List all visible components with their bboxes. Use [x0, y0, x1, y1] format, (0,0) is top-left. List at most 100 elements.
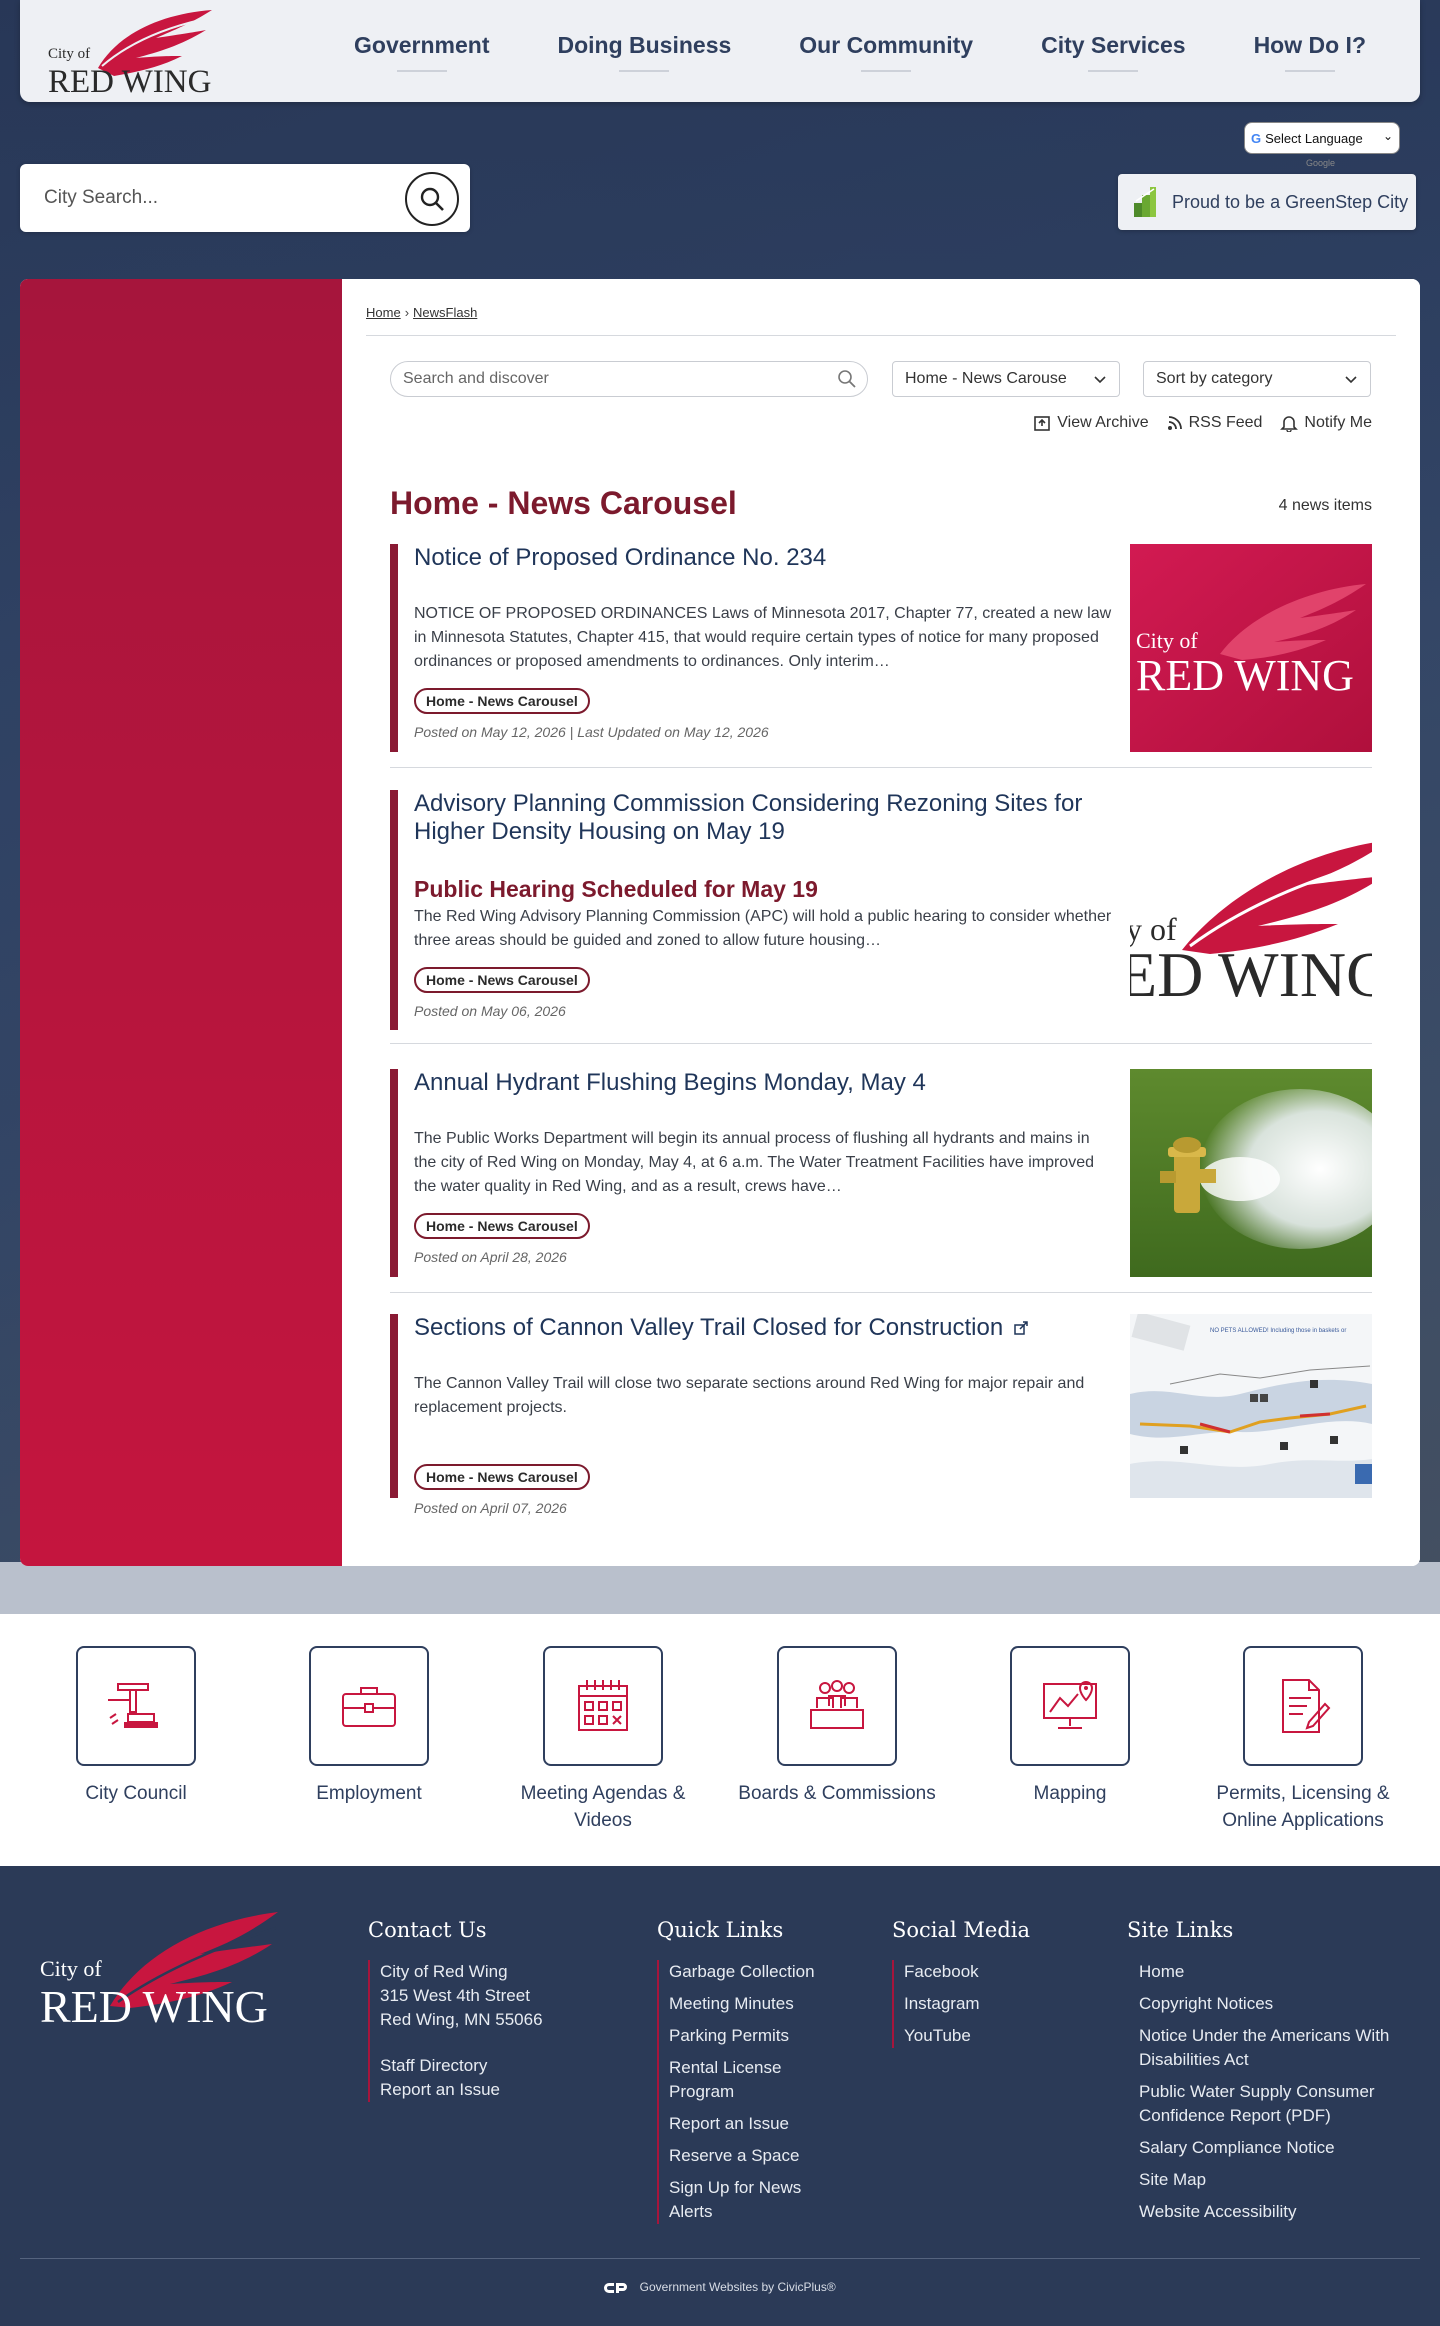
quick-link-label: Mapping: [1033, 1783, 1107, 1804]
city-search-button[interactable]: [405, 172, 459, 226]
main-nav: Government Doing Business Our Community …: [320, 0, 1400, 102]
nav-government[interactable]: Government: [320, 0, 523, 96]
news-item: Annual Hydrant Flushing Begins Monday, M…: [390, 1069, 1372, 1305]
civicplus-credit[interactable]: Government Websites by CivicPlus®: [0, 2280, 1440, 2295]
search-icon[interactable]: [837, 369, 857, 389]
quick-link-permits[interactable]: Permits, Licensing & Online Applications: [1193, 1646, 1413, 1834]
quick-link-employment[interactable]: Employment: [259, 1646, 479, 1807]
news-item-title[interactable]: Advisory Planning Commission Considering…: [414, 790, 1114, 846]
footer-social-list: Facebook Instagram YouTube: [892, 1960, 1030, 2048]
footer-link[interactable]: Website Accessibility: [1139, 2200, 1427, 2224]
footer-link[interactable]: Copyright Notices: [1139, 1992, 1427, 2016]
news-item-title[interactable]: Sections of Cannon Valley Trail Closed f…: [414, 1314, 1003, 1341]
footer-logo[interactable]: City of RED WING: [40, 1906, 286, 2030]
rss-feed-label: RSS Feed: [1188, 414, 1263, 431]
contact-link[interactable]: Report an Issue: [380, 2078, 543, 2102]
hydrant-photo: [1130, 1069, 1372, 1277]
greenstep-button[interactable]: Proud to be a GreenStep City: [1118, 174, 1416, 230]
rss-feed-link[interactable]: RSS Feed: [1167, 414, 1263, 432]
news-item-tag[interactable]: Home - News Carousel: [414, 967, 590, 993]
news-search-input[interactable]: [403, 368, 823, 390]
news-item-thumbnail[interactable]: City of RED WING: [1130, 544, 1372, 752]
item-accent-bar: [390, 1069, 398, 1277]
footer-quick-links: Quick Links Garbage Collection Meeting M…: [657, 1918, 837, 2224]
footer-link[interactable]: Salary Compliance Notice: [1139, 2136, 1427, 2160]
city-search-input[interactable]: [44, 182, 384, 214]
logo-red-wing: RED WING: [40, 1981, 268, 2030]
footer-link[interactable]: Garbage Collection: [669, 1960, 837, 1984]
news-item-tag[interactable]: Home - News Carousel: [414, 1213, 590, 1239]
footer-link[interactable]: Home: [1139, 1960, 1427, 1984]
breadcrumb-newsflash[interactable]: NewsFlash: [413, 305, 477, 320]
breadcrumb: Home › NewsFlash: [366, 305, 477, 320]
google-powered-label: Google: [1306, 158, 1336, 168]
news-item-posted: Posted on May 06, 2026: [414, 1003, 566, 1019]
footer-link[interactable]: Meeting Minutes: [669, 1992, 837, 2016]
contact-link[interactable]: Staff Directory: [380, 2054, 543, 2078]
news-item-title[interactable]: Annual Hydrant Flushing Begins Monday, M…: [414, 1069, 1114, 1097]
news-item-thumbnail[interactable]: y of ED WING: [1130, 820, 1372, 1010]
category-select[interactable]: Home - News Carouse: [892, 361, 1120, 397]
quick-link-label: Meeting Agendas & Videos: [520, 1783, 686, 1831]
greenstep-icon: [1134, 187, 1156, 217]
footer-link[interactable]: Sign Up for News Alerts: [669, 2176, 819, 2224]
news-item-summary: The Public Works Department will begin i…: [414, 1130, 1094, 1195]
footer-link[interactable]: Public Water Supply Consumer Confidence …: [1139, 2080, 1427, 2128]
language-select[interactable]: G Select Language ⌄: [1244, 122, 1400, 154]
breadcrumb-home[interactable]: Home: [366, 305, 401, 320]
news-actions: View Archive RSS Feed Notify Me: [1033, 414, 1372, 432]
footer-social: Social Media Facebook Instagram YouTube: [892, 1918, 1030, 2048]
quick-link-icon-box: [543, 1646, 663, 1766]
contact-line: City of Red Wing: [380, 1962, 508, 1981]
side-panel: [20, 279, 342, 1566]
quick-link-icon-box: [1010, 1646, 1130, 1766]
footer-link[interactable]: Report an Issue: [669, 2112, 837, 2136]
footer-link[interactable]: Reserve a Space: [669, 2144, 837, 2168]
footer-contact: Contact Us City of Red Wing 315 West 4th…: [368, 1918, 543, 2102]
notify-me-link[interactable]: Notify Me: [1280, 414, 1372, 432]
nav-doing-business[interactable]: Doing Business: [523, 0, 765, 96]
item-accent-bar: [390, 790, 398, 1030]
quick-link-label: Permits, Licensing & Online Applications: [1216, 1783, 1390, 1831]
news-item-thumbnail[interactable]: NO PETS ALLOWED! Including those in bask…: [1130, 1314, 1372, 1498]
youtube-link[interactable]: YouTube: [904, 2024, 1030, 2048]
quick-link-boards-commissions[interactable]: Boards & Commissions: [727, 1646, 947, 1807]
google-translate-icon: G: [1251, 130, 1262, 146]
view-archive-link[interactable]: View Archive: [1033, 414, 1149, 432]
bell-icon: [1280, 416, 1299, 432]
news-item-posted: Posted on April 28, 2026: [414, 1249, 567, 1265]
nav-how-do-i[interactable]: How Do I?: [1220, 0, 1400, 96]
nav-city-services[interactable]: City Services: [1007, 0, 1219, 96]
language-select-label: Select Language: [1265, 130, 1363, 146]
quick-link-mapping[interactable]: Mapping: [960, 1646, 1180, 1807]
footer-link[interactable]: Parking Permits: [669, 2024, 837, 2048]
news-item-title[interactable]: Notice of Proposed Ordinance No. 234: [414, 544, 1114, 572]
footer-link[interactable]: Site Map: [1139, 2168, 1427, 2192]
news-item-thumbnail[interactable]: [1130, 1069, 1372, 1277]
news-item-text: Notice of Proposed Ordinance No. 234 NOT…: [414, 544, 1114, 740]
red-wing-logo[interactable]: City of RED WING: [40, 6, 216, 96]
news-item: Notice of Proposed Ordinance No. 234 NOT…: [390, 544, 1372, 780]
sort-select[interactable]: Sort by category: [1143, 361, 1371, 397]
quick-link-city-council[interactable]: City Council: [26, 1646, 246, 1807]
archive-icon: [1034, 416, 1051, 431]
chevron-down-icon: [1094, 376, 1106, 384]
greenstep-label: Proud to be a GreenStep City: [1172, 191, 1409, 212]
instagram-link[interactable]: Instagram: [904, 1992, 1030, 2016]
notify-me-label: Notify Me: [1304, 414, 1372, 431]
footer-link[interactable]: Rental License Program: [669, 2056, 799, 2104]
facebook-link[interactable]: Facebook: [904, 1960, 1030, 1984]
nav-our-community[interactable]: Our Community: [765, 0, 1007, 96]
background-strip: [0, 1562, 1440, 1614]
news-item-tag[interactable]: Home - News Carousel: [414, 1464, 590, 1490]
logo-city-of: City of: [1136, 628, 1198, 653]
news-item-title-row: Sections of Cannon Valley Trail Closed f…: [414, 1314, 1114, 1342]
footer-link[interactable]: Notice Under the Americans With Disabili…: [1139, 2024, 1427, 2072]
news-item: Sections of Cannon Valley Trail Closed f…: [390, 1314, 1372, 1516]
quick-link-meeting-agendas[interactable]: Meeting Agendas & Videos: [493, 1646, 713, 1834]
news-item-tag[interactable]: Home - News Carousel: [414, 688, 590, 714]
map-banner: NO PETS ALLOWED! Including those in bask…: [1210, 1328, 1346, 1334]
news-item-posted: Posted on April 07, 2026: [414, 1500, 567, 1516]
logo-city-of: City of: [40, 1956, 102, 1981]
